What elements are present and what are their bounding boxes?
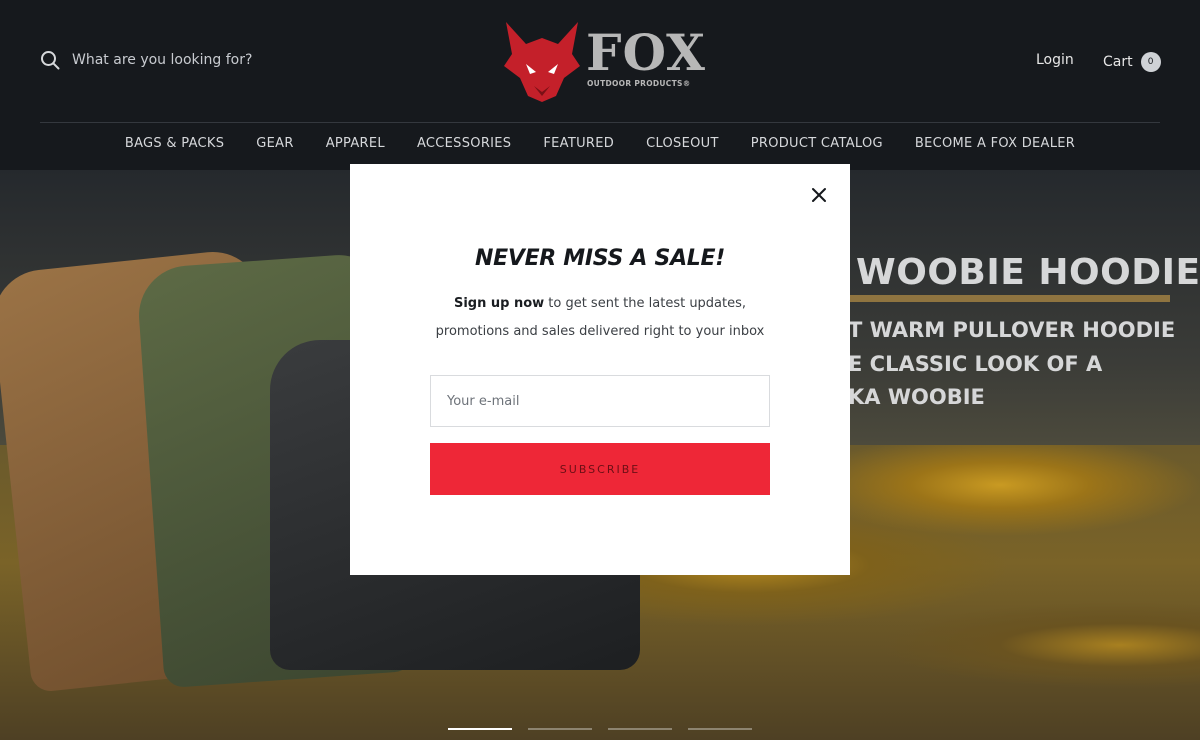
nav-item-product-catalog[interactable]: PRODUCT CATALOG bbox=[751, 136, 883, 151]
nav-item-apparel[interactable]: APPAREL bbox=[326, 136, 385, 151]
cart-count-badge: 0 bbox=[1140, 52, 1161, 72]
hero-title-underline bbox=[850, 295, 1170, 302]
nav-item-closeout[interactable]: CLOSEOUT bbox=[646, 136, 719, 151]
main-nav: BAGS & PACKS GEAR APPAREL ACCESSORIES FE… bbox=[0, 136, 1200, 151]
modal-description-line2: promotions and sales delivered right to … bbox=[435, 324, 765, 339]
slider-dot[interactable] bbox=[608, 728, 672, 730]
modal-description-rest: to get sent the latest updates, bbox=[544, 296, 747, 311]
slider-dot[interactable] bbox=[688, 728, 752, 730]
logo-subtext: OUTDOOR PRODUCTS® bbox=[587, 79, 691, 88]
nav-item-gear[interactable]: GEAR bbox=[256, 136, 293, 151]
cart-link[interactable]: Cart 0 bbox=[1103, 52, 1161, 72]
login-link[interactable]: Login bbox=[1036, 52, 1074, 68]
nav-item-bags-packs[interactable]: BAGS & PACKS bbox=[125, 136, 224, 151]
nav-item-featured[interactable]: FEATURED bbox=[543, 136, 614, 151]
hero-tagline-1: T WARM PULLOVER HOODIE bbox=[848, 318, 1176, 342]
modal-description: Sign up now to get sent the latest updat… bbox=[350, 290, 850, 346]
slider-dot[interactable] bbox=[528, 728, 592, 730]
header-divider bbox=[40, 122, 1160, 123]
nav-item-become-dealer[interactable]: BECOME A FOX DEALER bbox=[915, 136, 1075, 151]
site-header: FOX OUTDOOR PRODUCTS® Login Cart 0 BAGS … bbox=[0, 0, 1200, 170]
fox-logo[interactable]: FOX OUTDOOR PRODUCTS® bbox=[500, 20, 705, 102]
hero-title: WOOBIE HOODIE bbox=[856, 252, 1200, 293]
search-input[interactable] bbox=[72, 52, 332, 68]
search-icon[interactable] bbox=[40, 50, 60, 70]
subscribe-button[interactable]: SUBSCRIBE bbox=[430, 443, 770, 495]
fox-head-logo-icon bbox=[504, 22, 580, 102]
search-bar[interactable] bbox=[40, 50, 332, 70]
logo-wordmark: FOX bbox=[586, 23, 706, 82]
hero-tagline-2: E CLASSIC LOOK OF A bbox=[848, 352, 1103, 376]
slider-pagination bbox=[448, 728, 768, 730]
hero-tagline-3: KA WOOBIE bbox=[848, 385, 985, 409]
nav-item-accessories[interactable]: ACCESSORIES bbox=[417, 136, 511, 151]
newsletter-modal: NEVER MISS A SALE! Sign up now to get se… bbox=[350, 164, 850, 575]
modal-description-strong: Sign up now bbox=[453, 296, 545, 311]
email-field[interactable] bbox=[430, 375, 770, 427]
modal-title: NEVER MISS A SALE! bbox=[475, 246, 725, 271]
slider-dot[interactable] bbox=[448, 728, 512, 730]
close-icon[interactable] bbox=[808, 184, 830, 206]
cart-label: Cart bbox=[1103, 54, 1133, 70]
